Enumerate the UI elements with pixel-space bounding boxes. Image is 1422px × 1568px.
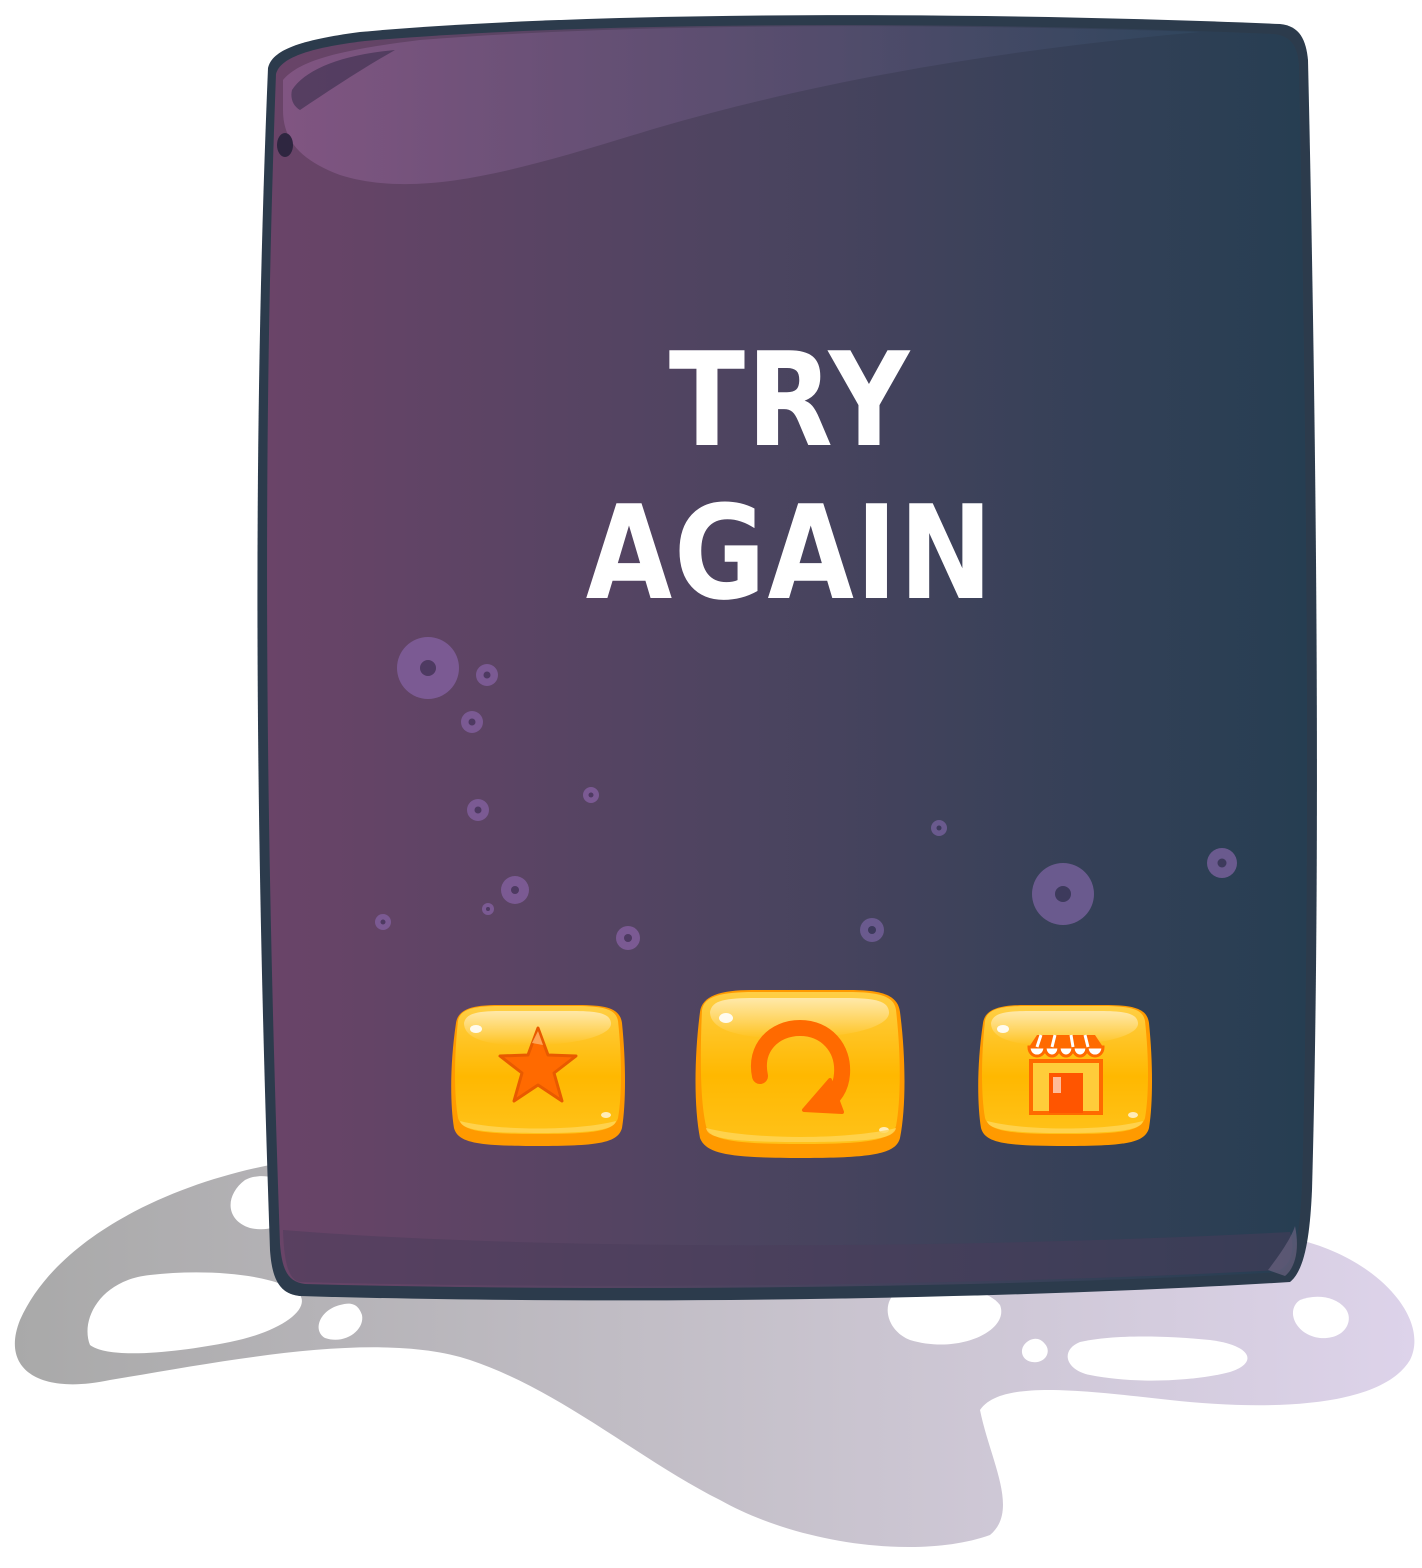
shop-button[interactable]: [975, 1003, 1155, 1149]
bubble-icon: [375, 914, 391, 930]
replay-button[interactable]: [692, 988, 910, 1162]
bubble-icon: [1032, 863, 1094, 925]
bubble-icon: [476, 664, 498, 686]
star-button[interactable]: [448, 1003, 628, 1149]
bubble-icon: [482, 903, 494, 915]
title-line-2: AGAIN: [585, 477, 995, 629]
bubble-icon: [1207, 848, 1237, 878]
bubble-icon: [931, 820, 947, 836]
bubble-icon: [467, 799, 489, 821]
bubble-icon: [397, 637, 459, 699]
bubble-icon: [860, 918, 884, 942]
shop-icon: [1027, 1034, 1105, 1115]
bubble-icon: [461, 711, 483, 733]
bubble-icon: [501, 876, 529, 904]
scene: [14, 15, 1415, 1548]
bubble-icon: [583, 787, 599, 803]
title-line-1: TRY: [668, 324, 912, 476]
bubble-icon: [616, 926, 640, 950]
